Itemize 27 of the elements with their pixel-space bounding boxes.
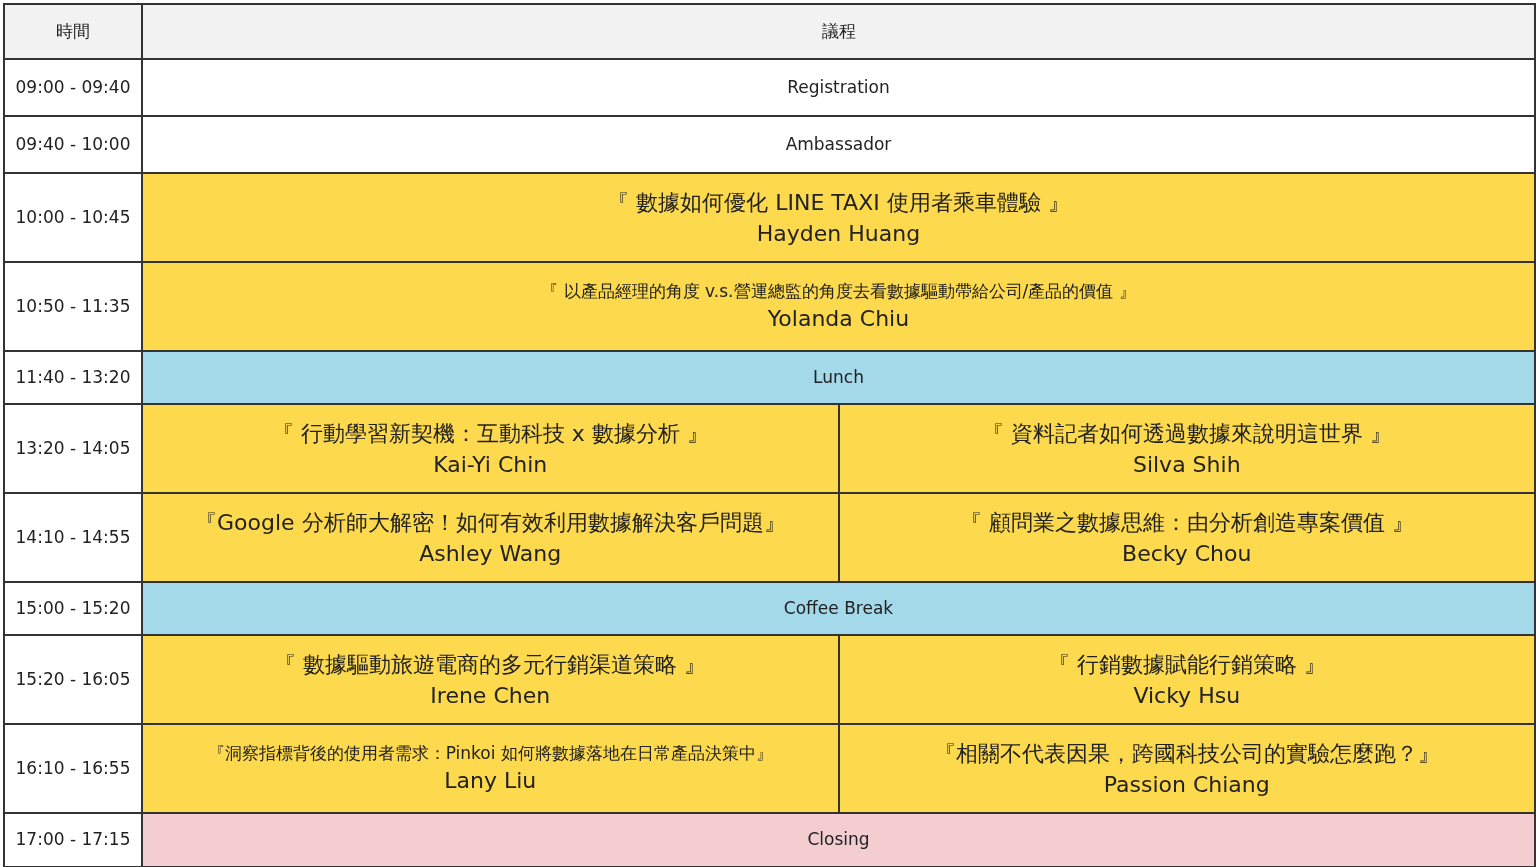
column-header: 時間 (5, 5, 143, 58)
session-title: 『 行銷數據賦能行銷策略 』 (1047, 651, 1326, 679)
session-title: 『相關不代表因果，跨國科技公司的實驗怎麼跑？』 (933, 740, 1440, 768)
session-title: Registration (787, 75, 890, 99)
session-title: Ambassador (785, 132, 892, 156)
speaker-name: Hayden Huang (756, 220, 921, 248)
session-title: 『洞察指標背後的使用者需求：Pinkoi 如何將數據落地在日常產品決策中』 (207, 741, 773, 765)
session-title: 『 顧問業之數據思維：由分析創造專案價值 』 (959, 509, 1414, 537)
speaker-name: Becky Chou (1122, 540, 1252, 568)
column-header: 議程 (820, 19, 857, 43)
session-title: 『 資料記者如何透過數據來說明這世界 』 (981, 420, 1392, 448)
speaker-name: Yolanda Chiu (767, 305, 910, 334)
speaker-name: Lany Liu (444, 767, 537, 796)
session-title: Lunch (813, 365, 864, 389)
speaker-name: Vicky Hsu (1133, 682, 1241, 710)
session-title: 『 以產品經理的角度 v.s.營運總監的角度去看數據驅動帶給公司/產品的價值 』 (541, 279, 1136, 303)
speaker-name: Kai-Yi Chin (433, 451, 548, 479)
speaker-name: Passion Chiang (1103, 771, 1270, 799)
session-title: Coffee Break (783, 596, 894, 620)
session-title: 『 數據如何優化 LINE TAXI 使用者乘車體驗 』 (607, 189, 1070, 217)
speaker-name: Ashley Wang (419, 540, 562, 568)
speaker-name: Irene Chen (430, 682, 551, 710)
session-title: 『Google 分析師大解密！如何有效利用數據解決客戶問題』 (194, 509, 786, 537)
session-title: 『 數據驅動旅遊電商的多元行銷渠道策略 』 (274, 651, 707, 679)
session-title: Closing (807, 828, 870, 852)
session-title: 『 行動學習新契機：互動科技 x 數據分析 』 (271, 420, 709, 448)
speaker-name: Silva Shih (1132, 451, 1241, 479)
